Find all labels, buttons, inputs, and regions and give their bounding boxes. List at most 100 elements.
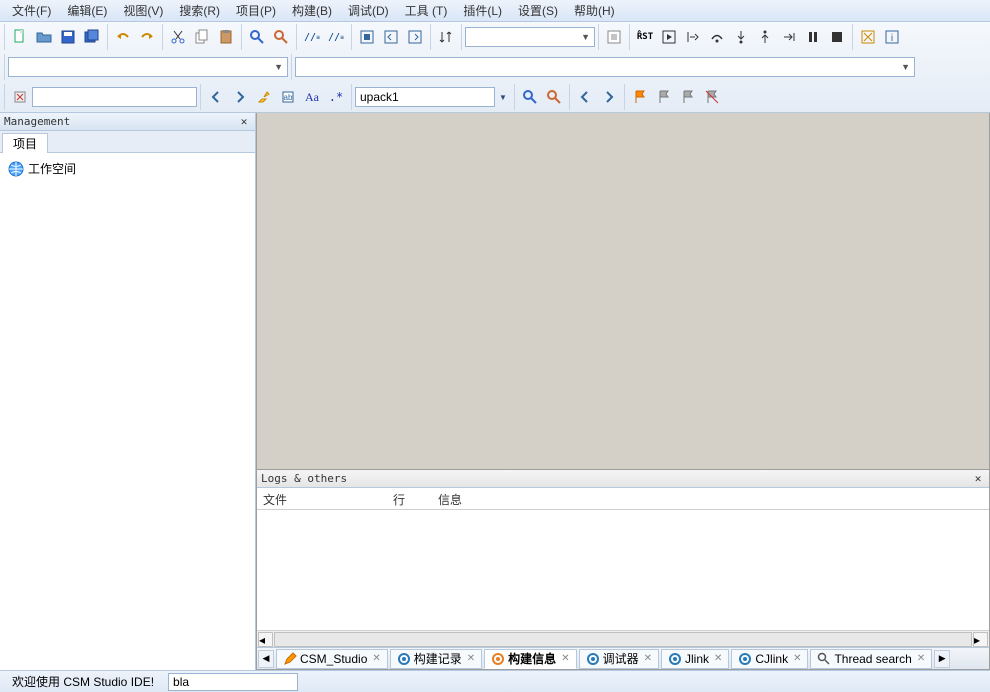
filter-input[interactable] (32, 87, 197, 107)
logs-hscrollbar[interactable]: ◂▸ (257, 630, 989, 647)
close-icon[interactable]: ✕ (793, 653, 801, 664)
comment-icon[interactable]: //≡ (301, 26, 323, 48)
logs-col-line[interactable]: 行 (387, 488, 432, 509)
menu-edit[interactable]: 编辑(E) (59, 0, 115, 21)
close-icon[interactable]: ✕ (644, 653, 652, 664)
debug-step-out-icon[interactable] (754, 26, 776, 48)
search-go-icon[interactable] (519, 86, 541, 108)
debug-step-into-icon[interactable] (730, 26, 752, 48)
logs-col-msg[interactable]: 信息 (432, 488, 989, 509)
search-dropdown-icon[interactable]: ▼ (496, 86, 510, 108)
close-icon[interactable]: ✕ (714, 653, 722, 664)
close-icon[interactable]: ✕ (561, 653, 569, 664)
search-input[interactable] (355, 87, 495, 107)
target-combo[interactable]: ▼ (465, 27, 595, 47)
open-file-icon[interactable] (33, 26, 55, 48)
debug-reset-icon[interactable]: R̂ST (634, 26, 656, 48)
bottom-tab-label: Jlink (685, 652, 709, 666)
logs-col-file[interactable]: 文件 (257, 488, 387, 509)
undo-icon[interactable] (112, 26, 134, 48)
bottom-tab-build-log[interactable]: 构建记录 ✕ (390, 649, 482, 669)
bookmark-next-icon[interactable] (404, 26, 426, 48)
bottom-tab-debugger[interactable]: 调试器 ✕ (579, 649, 659, 669)
whole-word-icon[interactable]: Aa (301, 86, 323, 108)
svg-text:i: i (891, 33, 893, 44)
toolbar-row-1: //≡ //≡ ▼ R̂ST (0, 22, 990, 52)
flag-gray-1-icon[interactable] (653, 86, 675, 108)
debug-step-over-icon[interactable] (706, 26, 728, 48)
close-icon[interactable]: ✕ (372, 653, 380, 664)
tree-item-workspace[interactable]: 工作空间 (6, 159, 249, 178)
debug-continue-icon[interactable] (658, 26, 680, 48)
bookmark-prev-icon[interactable] (380, 26, 402, 48)
menu-file[interactable]: 文件(F) (4, 0, 59, 21)
search-options-icon[interactable] (543, 86, 565, 108)
chevron-down-icon: ▼ (581, 32, 590, 42)
result-prev-icon[interactable] (574, 86, 596, 108)
debug-info-icon[interactable]: i (881, 26, 903, 48)
copy-icon[interactable] (191, 26, 213, 48)
close-icon[interactable]: ✕ (467, 653, 475, 664)
management-panel-title: Management (4, 115, 70, 128)
tab-project[interactable]: 项目 (2, 133, 48, 153)
menu-help[interactable]: 帮助(H) (566, 0, 623, 21)
paste-icon[interactable] (215, 26, 237, 48)
project-tree[interactable]: 工作空间 (0, 153, 255, 670)
svg-text:ab: ab (284, 93, 293, 102)
menu-project[interactable]: 项目(P) (228, 0, 284, 21)
bottom-tab-label: CJlink (755, 652, 788, 666)
sort-icon[interactable] (435, 26, 457, 48)
tab-nav-right-icon[interactable]: ▶ (934, 650, 950, 668)
replace-icon[interactable] (270, 26, 292, 48)
cut-icon[interactable] (167, 26, 189, 48)
bottom-tab-thread-search[interactable]: Thread search ✕ (810, 649, 932, 669)
close-icon[interactable]: ✕ (971, 472, 985, 486)
bottom-tab-csm-studio[interactable]: CSM_Studio ✕ (276, 649, 388, 669)
chevron-down-icon: ▼ (274, 62, 283, 72)
status-input[interactable] (168, 673, 298, 691)
regex-icon[interactable]: .* (325, 86, 347, 108)
menu-tools[interactable]: 工具 (T) (397, 0, 456, 21)
bottom-tab-jlink[interactable]: Jlink ✕ (661, 649, 729, 669)
close-icon[interactable]: ✕ (237, 115, 251, 129)
new-file-icon[interactable] (9, 26, 31, 48)
menu-view[interactable]: 视图(V) (115, 0, 171, 21)
find-icon[interactable] (246, 26, 268, 48)
run-target-icon[interactable] (603, 26, 625, 48)
search-icon (817, 652, 831, 666)
menu-settings[interactable]: 设置(S) (510, 0, 566, 21)
menu-debug[interactable]: 调试(D) (340, 0, 397, 21)
menu-plugins[interactable]: 插件(L) (455, 0, 510, 21)
uncomment-icon[interactable]: //≡ (325, 26, 347, 48)
tree-item-label: 工作空间 (28, 160, 76, 177)
highlight-icon[interactable] (253, 86, 275, 108)
save-all-icon[interactable] (81, 26, 103, 48)
debug-run-to-icon[interactable] (682, 26, 704, 48)
toolbar-row-3: ab Aa .* ▼ (0, 82, 990, 112)
menu-build[interactable]: 构建(B) (284, 0, 340, 21)
debug-pause-icon[interactable] (802, 26, 824, 48)
bookmark-toggle-icon[interactable] (356, 26, 378, 48)
redo-icon[interactable] (136, 26, 158, 48)
debug-window-icon[interactable] (857, 26, 879, 48)
bottom-tab-strip: ◀ CSM_Studio ✕ 构建记录 ✕ 构建信息 ✕ (257, 647, 989, 669)
match-case-icon[interactable]: ab (277, 86, 299, 108)
scope-combo[interactable]: ▼ (8, 57, 288, 77)
symbol-combo[interactable]: ▼ (295, 57, 915, 77)
close-icon[interactable]: ✕ (917, 653, 925, 664)
menu-search[interactable]: 搜索(R) (171, 0, 228, 21)
debug-next-icon[interactable] (778, 26, 800, 48)
save-icon[interactable] (57, 26, 79, 48)
tab-nav-left-icon[interactable]: ◀ (258, 650, 274, 668)
clear-icon[interactable] (9, 86, 31, 108)
flag-orange-icon[interactable] (629, 86, 651, 108)
debug-stop-icon[interactable] (826, 26, 848, 48)
result-next-icon[interactable] (598, 86, 620, 108)
toolbar-row-2: ▼ ▼ (0, 52, 990, 82)
bottom-tab-cjlink[interactable]: CJlink ✕ (731, 649, 808, 669)
flag-gray-2-icon[interactable] (677, 86, 699, 108)
nav-back-icon[interactable] (205, 86, 227, 108)
bottom-tab-build-info[interactable]: 构建信息 ✕ (484, 649, 576, 669)
nav-forward-icon[interactable] (229, 86, 251, 108)
flag-clear-icon[interactable] (701, 86, 723, 108)
